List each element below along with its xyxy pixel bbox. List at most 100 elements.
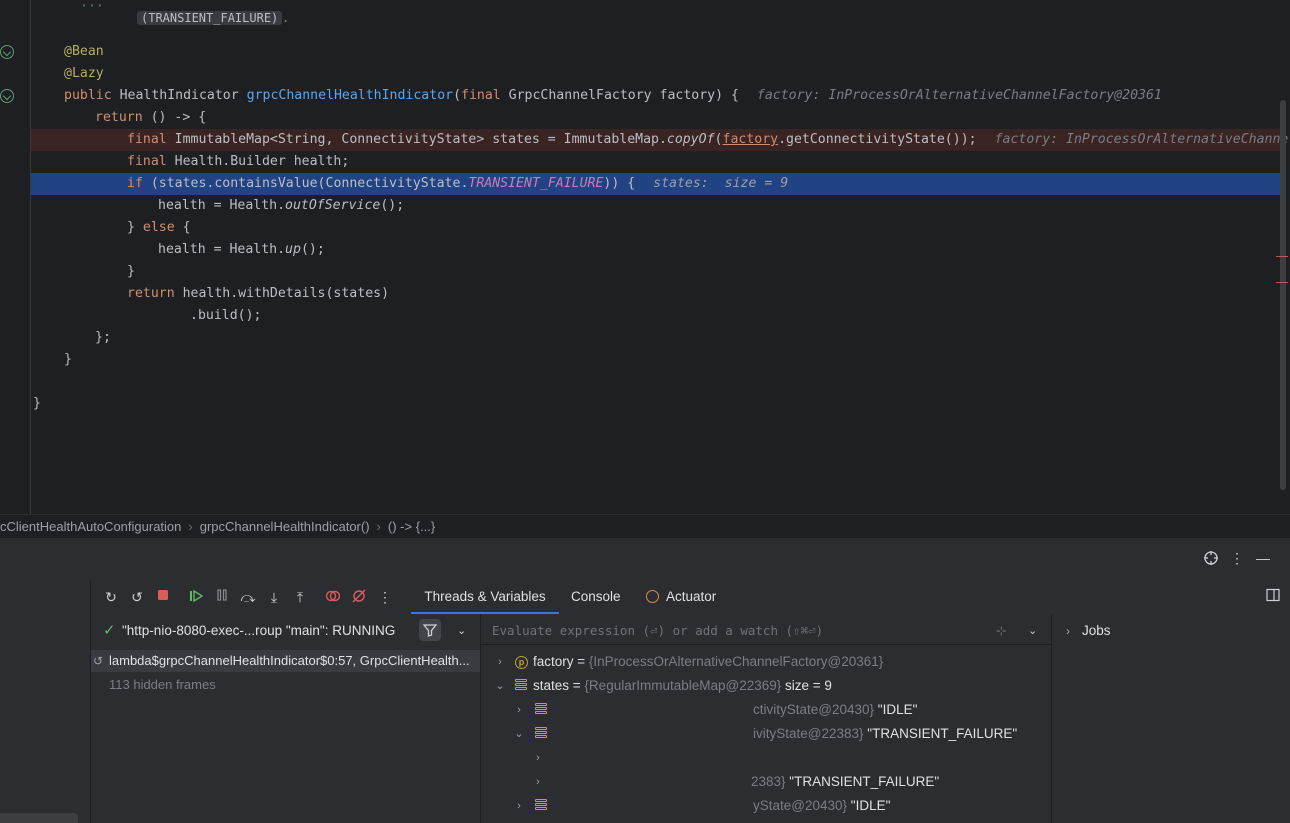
code-line: return health.withDetails(states) (127, 286, 390, 301)
step-into-icon[interactable]: ⤓ (265, 588, 283, 606)
view-breakpoints-icon[interactable] (324, 588, 342, 606)
frames-panel: ✓ "http-nio-8080-exec-...roup "main": RU… (91, 614, 481, 823)
code-line: final ImmutableMap<String, ConnectivityS… (127, 129, 1290, 151)
restart-icon[interactable]: ↺ (128, 588, 146, 606)
code-line: } (64, 352, 72, 367)
map-entry-icon (535, 727, 547, 741)
frame-item-selected[interactable]: ↺ lambda$grpcChannelHealthIndicator$0:57… (91, 650, 480, 672)
variable-row[interactable]: › (481, 746, 1051, 770)
code-line: @Bean (64, 44, 104, 59)
chevron-down-icon[interactable]: ⌄ (1028, 618, 1037, 644)
entry-string: "IDLE" (874, 702, 918, 717)
entry-value: 2383} (751, 774, 786, 789)
breadcrumb-item[interactable]: cClientHealthAutoConfiguration (0, 519, 181, 534)
error-stripe-mark[interactable] (1276, 282, 1288, 283)
debug-tool-window: ⋮ — ↻ ↺ ⤼ ⤓ ⤒ ⋮ Threads & Variables Cons… (0, 538, 1290, 823)
variable-value: {InProcessOrAlternativeChannelFactory@20… (588, 654, 884, 669)
map-entry-icon (535, 799, 547, 813)
breadcrumb-item[interactable]: grpcChannelHealthIndicator() (200, 519, 370, 534)
entry-string: "IDLE" (847, 798, 891, 813)
layout-icon[interactable] (1264, 588, 1282, 606)
code-line: } (33, 396, 41, 411)
code-editor[interactable]: ··· (TRANSIENT_FAILURE). @Bean @Lazy pub… (0, 0, 1290, 514)
bean-gutter-icon[interactable] (0, 89, 14, 103)
chevron-right-icon[interactable]: › (1066, 624, 1070, 638)
frame-label: lambda$grpcChannelHealthIndicator$0:57, … (109, 653, 470, 668)
hidden-frames-label: 113 hidden frames (109, 677, 216, 692)
chevron-right-icon[interactable]: › (533, 770, 543, 794)
chevron-right-icon[interactable]: › (514, 698, 524, 722)
breadcrumb-item[interactable]: () -> {...} (388, 519, 435, 534)
filter-icon[interactable] (419, 619, 441, 641)
code-line: }; (95, 330, 111, 345)
variable-row[interactable]: › yState@20430} "IDLE" (481, 794, 1051, 818)
variable-row[interactable]: › ctivityState@20430} "IDLE" (481, 698, 1051, 722)
step-over-icon[interactable]: ⤼ (239, 588, 257, 606)
crosshair-icon[interactable] (1203, 550, 1219, 566)
resume-icon[interactable] (187, 588, 205, 606)
variable-row[interactable]: › 2383} "TRANSIENT_FAILURE" (481, 770, 1051, 794)
code-line: } else { (127, 220, 191, 235)
chevron-down-icon[interactable]: ⌄ (457, 618, 466, 644)
chevron-right-icon[interactable]: › (514, 794, 524, 818)
variable-row[interactable]: ⌄ states = {RegularImmutableMap@22369} s… (481, 674, 1051, 698)
variable-name: states (533, 678, 570, 693)
chevron-down-icon[interactable]: ⌄ (495, 674, 505, 698)
breadcrumb-separator: › (376, 519, 381, 534)
entry-string: "TRANSIENT_FAILURE" (863, 726, 1018, 741)
chevron-right-icon[interactable]: › (495, 650, 505, 674)
variable-row[interactable]: › p factory = {InProcessOrAlternativeCha… (481, 650, 1051, 674)
code-line: public HealthIndicator grpcChannelHealth… (64, 88, 1162, 103)
step-out-icon[interactable]: ⤒ (291, 588, 309, 606)
tab-actuator-label: Actuator (666, 589, 717, 604)
entry-value: ctivityState@20430} (753, 702, 875, 717)
variables-panel: Evaluate expression (⏎) or add a watch (… (481, 614, 1052, 823)
inline-debug-value: factory: InProcessOrAlternativeChannelFa… (756, 88, 1162, 103)
frame-item-hidden[interactable]: 113 hidden frames (91, 674, 480, 696)
mute-breakpoints-icon[interactable] (350, 588, 368, 606)
code-line: @Lazy (64, 66, 104, 81)
pause-icon[interactable] (213, 588, 231, 606)
thread-selector[interactable]: ✓ "http-nio-8080-exec-...roup "main": RU… (91, 618, 480, 644)
variable-equals: = (573, 654, 589, 669)
map-icon (515, 679, 527, 693)
debug-side-strip (0, 580, 91, 823)
evaluate-expression-input[interactable]: Evaluate expression (⏎) or add a watch (… (481, 618, 1051, 645)
error-stripe-mark[interactable] (1276, 256, 1288, 257)
chevron-down-icon[interactable]: ⌄ (514, 722, 524, 746)
bean-gutter-icon[interactable] (0, 45, 14, 59)
actuator-icon (646, 590, 659, 603)
code-line: health = Health.up(); (158, 242, 325, 257)
tab-actuator[interactable]: Actuator (646, 580, 716, 614)
map-entry-icon (535, 703, 547, 717)
parameter-icon: p (515, 656, 528, 669)
inline-debug-value: factory: InProcessOrAlternativeChannelF (994, 132, 1290, 147)
tab-console[interactable]: Console (571, 580, 621, 614)
chevron-right-icon[interactable]: › (533, 746, 543, 770)
variable-equals: = (569, 678, 585, 693)
code-line: } (127, 264, 135, 279)
eval-placeholder: Evaluate expression (⏎) or add a watch (… (492, 623, 824, 638)
add-watch-icon[interactable]: ⊹ (996, 618, 1006, 644)
code-line: if (states.containsValue(ConnectivitySta… (127, 176, 789, 191)
entry-value: ivityState@22383} (753, 726, 864, 741)
side-strip-tab[interactable] (0, 813, 78, 823)
lambda-frame-icon: ↺ (93, 654, 104, 668)
jobs-panel: › Jobs (1052, 614, 1290, 823)
doc-comment-line: ··· (80, 0, 104, 14)
gutter-separator (30, 0, 31, 514)
code-line: health = Health.outOfService(); (158, 198, 405, 213)
more-icon[interactable]: ⋮ (1229, 550, 1245, 566)
more-icon[interactable]: ⋮ (376, 588, 394, 606)
minimize-icon[interactable]: — (1255, 550, 1271, 566)
rerun-icon[interactable]: ↻ (102, 588, 120, 606)
debug-header: ⋮ — (0, 538, 1290, 580)
tab-threads-variables[interactable]: Threads & Variables (411, 580, 559, 614)
variable-row[interactable]: ⌄ ivityState@22383} "TRANSIENT_FAILURE" (481, 722, 1051, 746)
stop-icon[interactable] (154, 588, 172, 606)
editor-scrollbar[interactable] (1280, 100, 1286, 490)
thread-label: "http-nio-8080-exec-...roup "main": RUNN… (122, 623, 396, 638)
doc-code-tag: (TRANSIENT_FAILURE) (137, 11, 283, 25)
jobs-node[interactable]: › Jobs (1066, 618, 1111, 644)
jobs-label: Jobs (1082, 623, 1111, 638)
